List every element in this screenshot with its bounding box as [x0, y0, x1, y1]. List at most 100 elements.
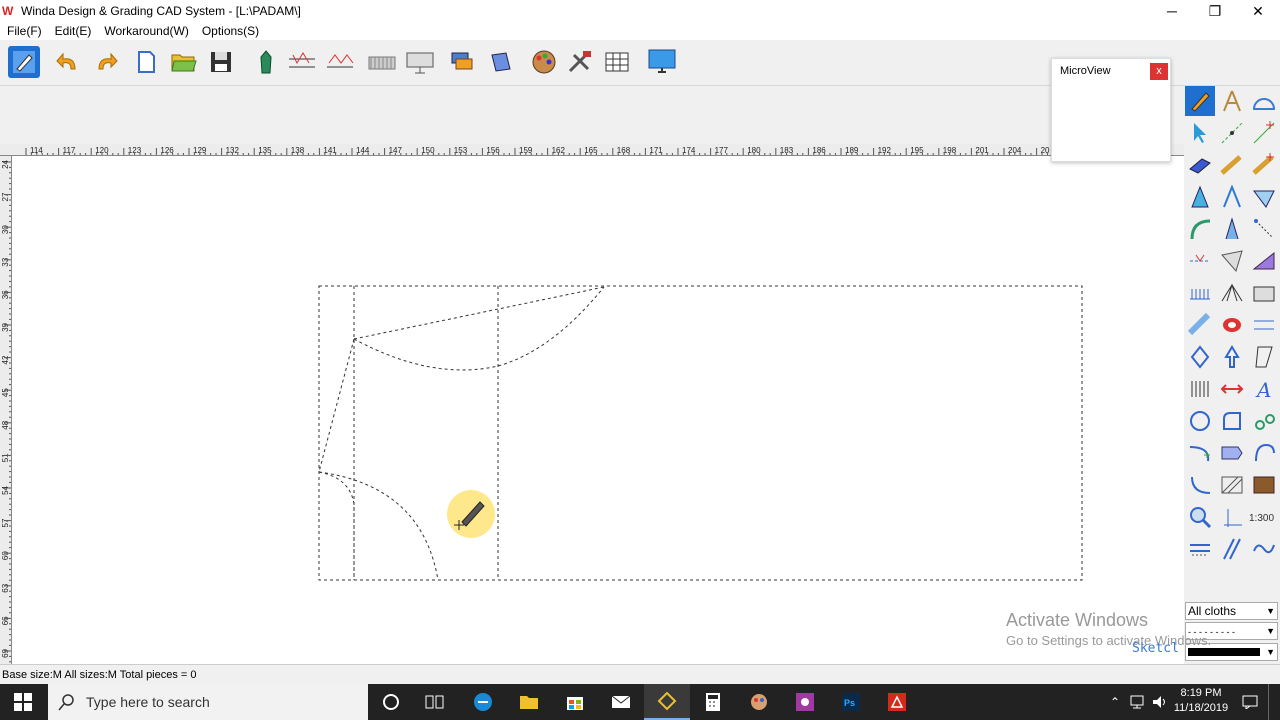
menu-edit[interactable]: Edit(E)	[55, 24, 92, 38]
task-view-icon[interactable]	[412, 684, 458, 720]
redo-icon[interactable]	[90, 46, 122, 78]
zoom-icon[interactable]	[1185, 502, 1215, 532]
taskbar-clock[interactable]: 8:19 PM 11/18/2019	[1168, 686, 1234, 716]
add-point-icon[interactable]	[1249, 118, 1279, 148]
seam-allowance-icon[interactable]	[1185, 534, 1215, 564]
box-pleat-icon[interactable]	[1249, 278, 1279, 308]
ruler-icon[interactable]	[1185, 310, 1215, 340]
scale-text: 1:300	[1249, 513, 1274, 524]
stretch-icon[interactable]	[1217, 374, 1247, 404]
cube-icon[interactable]	[484, 46, 516, 78]
cad-app-taskbar-icon[interactable]	[644, 684, 690, 720]
parallel-lines-icon[interactable]	[1217, 534, 1247, 564]
cut-table-icon[interactable]	[366, 46, 398, 78]
new-file-icon[interactable]	[130, 46, 162, 78]
undo-icon[interactable]	[52, 46, 84, 78]
notification-icon[interactable]	[1238, 684, 1262, 720]
curve-add-icon[interactable]	[1185, 438, 1215, 468]
scale-label[interactable]: 1:300	[1249, 502, 1279, 532]
drawing-canvas[interactable]	[12, 156, 1184, 664]
fabric-icon[interactable]	[1249, 470, 1279, 500]
text-icon[interactable]: A	[1249, 374, 1279, 404]
node-icon[interactable]	[1249, 214, 1279, 244]
button-icon[interactable]	[1217, 310, 1247, 340]
volume-icon[interactable]	[1150, 684, 1170, 720]
photoshop-icon[interactable]: Ps	[828, 684, 874, 720]
monitor-icon[interactable]	[646, 46, 678, 78]
slope-icon[interactable]	[1217, 214, 1247, 244]
sleeve-icon[interactable]	[1249, 342, 1279, 372]
axis-icon[interactable]	[1217, 502, 1247, 532]
sketch-label: Sketcl	[1132, 641, 1179, 656]
pleat-icon[interactable]	[1249, 182, 1279, 212]
draw-pencil-icon[interactable]	[1185, 86, 1215, 116]
grid-icon[interactable]	[601, 46, 633, 78]
microview-panel: MicroView x	[1051, 58, 1171, 162]
arrow-up-icon[interactable]	[1217, 342, 1247, 372]
layers-icon[interactable]	[1185, 150, 1215, 180]
measure-tape-icon[interactable]	[1217, 150, 1247, 180]
grain-icon[interactable]	[1185, 374, 1215, 404]
start-button[interactable]	[0, 684, 46, 720]
layer-icon[interactable]	[446, 46, 478, 78]
hook-icon[interactable]	[1249, 438, 1279, 468]
hatch-icon[interactable]	[1217, 470, 1247, 500]
label-icon[interactable]	[1217, 438, 1247, 468]
restore-button[interactable]: ❐	[1193, 0, 1237, 22]
cortana-icon[interactable]	[368, 684, 414, 720]
window-title: Winda Design & Grading CAD System - [L:\…	[21, 4, 301, 18]
taskbar-search[interactable]: Type here to search	[48, 684, 368, 720]
file-explorer-icon[interactable]	[506, 684, 552, 720]
minimize-button[interactable]: ─	[1150, 0, 1194, 22]
close-button[interactable]: ✕	[1236, 0, 1280, 22]
tray-chevron-icon[interactable]: ⌃	[1106, 684, 1124, 720]
paint-icon[interactable]	[736, 684, 782, 720]
menu-file[interactable]: File(F)	[7, 24, 42, 38]
show-desktop-button[interactable]	[1268, 684, 1280, 720]
grade-icon[interactable]	[324, 46, 356, 78]
piece-icon[interactable]	[250, 46, 282, 78]
smooth-curve-icon[interactable]	[1185, 470, 1215, 500]
select-arrow-icon[interactable]	[1185, 118, 1215, 148]
acrobat-icon[interactable]	[874, 684, 920, 720]
point-line-icon[interactable]	[1217, 118, 1247, 148]
protractor-icon[interactable]	[1249, 86, 1279, 116]
store-icon[interactable]	[552, 684, 598, 720]
circle-icon[interactable]	[1185, 406, 1215, 436]
mail-icon[interactable]	[598, 684, 644, 720]
compass-icon[interactable]	[1217, 86, 1247, 116]
spread-icon[interactable]	[1249, 246, 1279, 276]
save-icon[interactable]	[205, 46, 237, 78]
network-icon[interactable]	[1128, 684, 1148, 720]
fold-icon[interactable]	[1185, 182, 1215, 212]
plotter-icon[interactable]	[404, 46, 436, 78]
pencil-icon[interactable]	[8, 46, 40, 78]
ruler-v-label: 54	[1, 485, 10, 494]
curve-icon[interactable]	[1185, 214, 1215, 244]
microview-close-button[interactable]: x	[1150, 63, 1168, 80]
svg-text:Ps: Ps	[844, 698, 855, 708]
palette-icon[interactable]	[528, 46, 560, 78]
menu-options[interactable]: Options(S)	[202, 24, 259, 38]
wave-icon[interactable]	[1249, 534, 1279, 564]
measure-icon[interactable]	[286, 46, 318, 78]
buttonhole-icon[interactable]	[1249, 406, 1279, 436]
open-folder-icon[interactable]	[168, 46, 200, 78]
edge-icon[interactable]	[460, 684, 506, 720]
tools-icon[interactable]	[564, 46, 596, 78]
stripe-icon[interactable]	[1249, 310, 1279, 340]
calculator-icon[interactable]	[690, 684, 736, 720]
tape-measure-icon[interactable]	[1249, 150, 1279, 180]
fan-icon[interactable]	[1217, 246, 1247, 276]
notch-icon[interactable]	[1185, 246, 1215, 276]
pleat-fan-icon[interactable]	[1217, 278, 1247, 308]
stitch-icon[interactable]	[1185, 278, 1215, 308]
media-icon[interactable]	[782, 684, 828, 720]
hem-curve	[318, 471, 439, 581]
diamond-icon[interactable]	[1185, 342, 1215, 372]
dart-icon[interactable]	[1217, 182, 1247, 212]
rounded-rect-icon[interactable]	[1217, 406, 1247, 436]
cloth-select-arrow-icon: ▼	[1266, 606, 1275, 616]
title-bar: W Winda Design & Grading CAD System - [L…	[0, 0, 1280, 22]
menu-workaround[interactable]: Workaround(W)	[104, 24, 188, 38]
